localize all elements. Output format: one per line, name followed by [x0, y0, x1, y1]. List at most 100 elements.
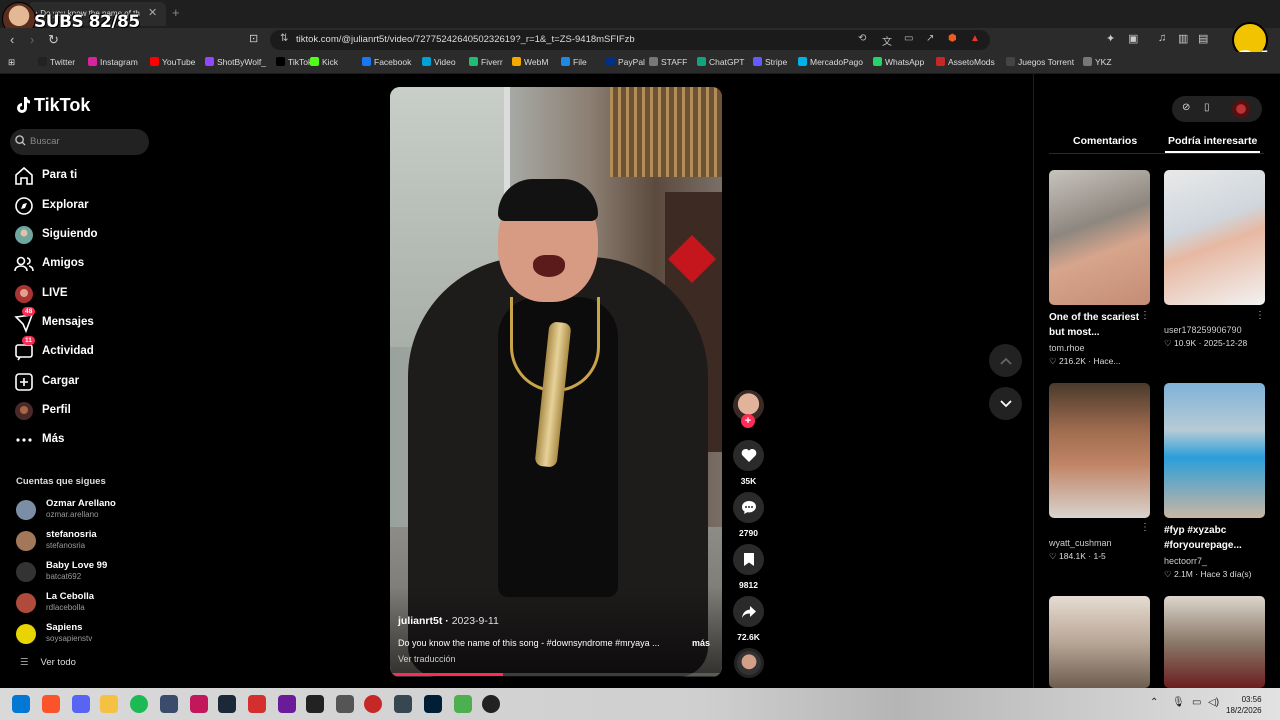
video-player[interactable]: julianrt5t · 2023-9-11 Do you know the n… — [390, 87, 722, 677]
see-all-link[interactable]: ☰ Ver todo — [20, 657, 76, 668]
forward-icon[interactable]: › — [30, 32, 34, 47]
bookmark-item[interactable]: Fiverr — [469, 57, 503, 67]
video-description[interactable]: Do you know the name of this song - #dow… — [398, 638, 718, 648]
brave-rewards-icon[interactable]: ▲ — [970, 33, 980, 44]
bookmark-item[interactable]: Facebook — [362, 57, 411, 67]
music-disc-icon[interactable] — [734, 648, 764, 678]
sidebar-item-explorar[interactable]: Explorar — [14, 195, 154, 217]
suggested-video-title[interactable]: One of the scariest but most... — [1049, 310, 1145, 340]
app-icon[interactable] — [364, 695, 382, 713]
more-options-icon[interactable]: ⋮ — [1140, 310, 1150, 321]
sidebar-item-para-ti[interactable]: Para ti — [14, 165, 154, 187]
bookmark-item[interactable]: PayPal — [606, 57, 645, 67]
suggested-video-thumb[interactable] — [1049, 383, 1150, 518]
suggested-video-title[interactable]: #fyp #xyzabc #foryourepage... — [1164, 523, 1260, 553]
app-icon[interactable] — [306, 695, 324, 713]
app-icon[interactable] — [190, 695, 208, 713]
suggested-video-user[interactable]: user178259906790 — [1164, 325, 1242, 335]
sidebar-item-live[interactable]: LIVE — [14, 283, 154, 305]
apps-grid-icon[interactable]: ⊞ — [8, 57, 15, 68]
reload-icon[interactable]: ↻ — [48, 32, 59, 48]
translate-link[interactable]: Ver traducción — [398, 654, 456, 664]
followed-account[interactable]: La Cebolla rdlacebolla — [16, 589, 156, 615]
volume-icon[interactable]: ◁) — [1208, 697, 1219, 708]
sidebar-item-actividad[interactable]: 11 Actividad — [14, 336, 154, 363]
author-name[interactable]: julianrt5t — [398, 615, 442, 627]
bookmark-item[interactable]: YKZ — [1083, 57, 1112, 67]
bookmark-item[interactable]: Twitter — [38, 57, 75, 67]
video-progress-bar[interactable] — [390, 673, 722, 676]
bookmark-item[interactable]: ShotByWolf_ — [205, 57, 266, 67]
more-options-icon[interactable]: ⋮ — [1140, 522, 1150, 533]
sidebar-item-cargar[interactable]: Cargar — [14, 371, 154, 393]
minecraft-icon[interactable] — [454, 695, 472, 713]
photoshop-icon[interactable] — [424, 695, 442, 713]
search-input[interactable]: Buscar — [10, 129, 149, 155]
mic-icon[interactable]: 🎙︎ — [1172, 697, 1185, 708]
tab-comments[interactable]: Comentarios — [1073, 135, 1137, 147]
extensions-icon[interactable]: ✦ — [1106, 32, 1115, 45]
tray-arrow-icon[interactable]: ⌃ — [1150, 697, 1158, 708]
sidebar-item-m-s[interactable]: Más — [14, 429, 154, 451]
video-author[interactable]: julianrt5t · 2023-9-11 — [398, 615, 499, 627]
back-icon[interactable]: ‹ — [10, 32, 14, 47]
spotify-icon[interactable] — [130, 695, 148, 713]
sidebar-item-amigos[interactable]: Amigos — [14, 253, 154, 275]
taskbar-clock[interactable]: 03:56 18/2/2026 — [1226, 694, 1262, 716]
app-icon[interactable] — [278, 695, 296, 713]
suggested-video-thumb[interactable] — [1164, 596, 1265, 688]
share-button[interactable] — [733, 596, 764, 627]
suggested-video-user[interactable]: wyatt_cushman — [1049, 538, 1112, 548]
suggested-video-thumb[interactable] — [1049, 170, 1150, 305]
steam-icon[interactable] — [218, 695, 236, 713]
bookmark-item[interactable]: AssetoMods — [936, 57, 995, 67]
tab-close-icon[interactable]: ✕ — [148, 6, 157, 19]
bookmark-item[interactable]: WhatsApp — [873, 57, 924, 67]
url-text[interactable]: tiktok.com/@julianrt5t/video/72775242640… — [296, 34, 635, 45]
brave-shield-icon[interactable]: ⬢ — [948, 33, 957, 44]
device-icon[interactable]: ▯ — [1204, 102, 1210, 113]
more-button[interactable]: más — [692, 638, 710, 648]
bookmark-item[interactable]: WebM — [512, 57, 548, 67]
followed-account[interactable]: stefanosria stefanosria — [16, 527, 156, 553]
wallet-icon[interactable]: ▤ — [1198, 32, 1208, 45]
bookmark-item[interactable]: ChatGPT — [697, 57, 744, 67]
sidebar-item-siguiendo[interactable]: Siguiendo — [14, 224, 154, 246]
bookmark-item[interactable]: TikTok — [276, 57, 312, 67]
folder-icon[interactable] — [100, 695, 118, 713]
discord-icon[interactable] — [72, 695, 90, 713]
app-icon[interactable] — [160, 695, 178, 713]
cast-icon[interactable]: ▭ — [904, 33, 913, 44]
network-icon[interactable]: ▭ — [1192, 697, 1201, 708]
more-options-icon[interactable]: ⋮ — [1255, 310, 1265, 321]
bookmark-item[interactable]: MercadoPago — [798, 57, 863, 67]
bookmark-item[interactable]: File — [561, 57, 587, 67]
media-icon[interactable]: ♫ — [1158, 32, 1166, 44]
bookmark-item[interactable]: Juegos Torrent — [1006, 57, 1074, 67]
bookmark-item[interactable]: Stripe — [753, 57, 787, 67]
tab-suggested[interactable]: Podría interesarte — [1168, 135, 1257, 147]
share-icon[interactable]: ↗ — [926, 33, 934, 44]
suggested-video-thumb[interactable] — [1049, 596, 1150, 688]
followed-account[interactable]: Ozmar Arellano ozmar.arellano — [16, 496, 156, 522]
tiktok-logo[interactable]: TikTok — [16, 95, 90, 116]
sidebar-toggle-icon[interactable]: ▥ — [1178, 32, 1188, 45]
save-button[interactable] — [733, 544, 764, 575]
suggested-video-user[interactable]: tom.rhoe — [1049, 343, 1085, 353]
new-tab-button[interactable]: + — [172, 5, 180, 20]
bookmark-item[interactable]: YouTube — [150, 57, 195, 67]
start-icon[interactable] — [12, 695, 30, 713]
suggested-video-thumb[interactable] — [1164, 170, 1265, 305]
obs-icon[interactable] — [482, 695, 500, 713]
translate-icon[interactable]: ⟲ — [858, 33, 866, 44]
comment-button[interactable] — [733, 492, 764, 523]
previous-video-button[interactable] — [989, 344, 1022, 377]
user-avatar[interactable] — [1232, 100, 1250, 118]
address-bar[interactable]: ⇅ tiktok.com/@julianrt5t/video/727752426… — [270, 30, 990, 50]
bookmark-item[interactable]: STAFF — [649, 57, 687, 67]
sidebar-item-perfil[interactable]: Perfil — [14, 400, 154, 422]
suggested-video-thumb[interactable] — [1164, 383, 1265, 518]
language-icon[interactable]: 文 — [882, 33, 892, 48]
like-button[interactable] — [733, 440, 764, 471]
next-video-button[interactable] — [989, 387, 1022, 420]
